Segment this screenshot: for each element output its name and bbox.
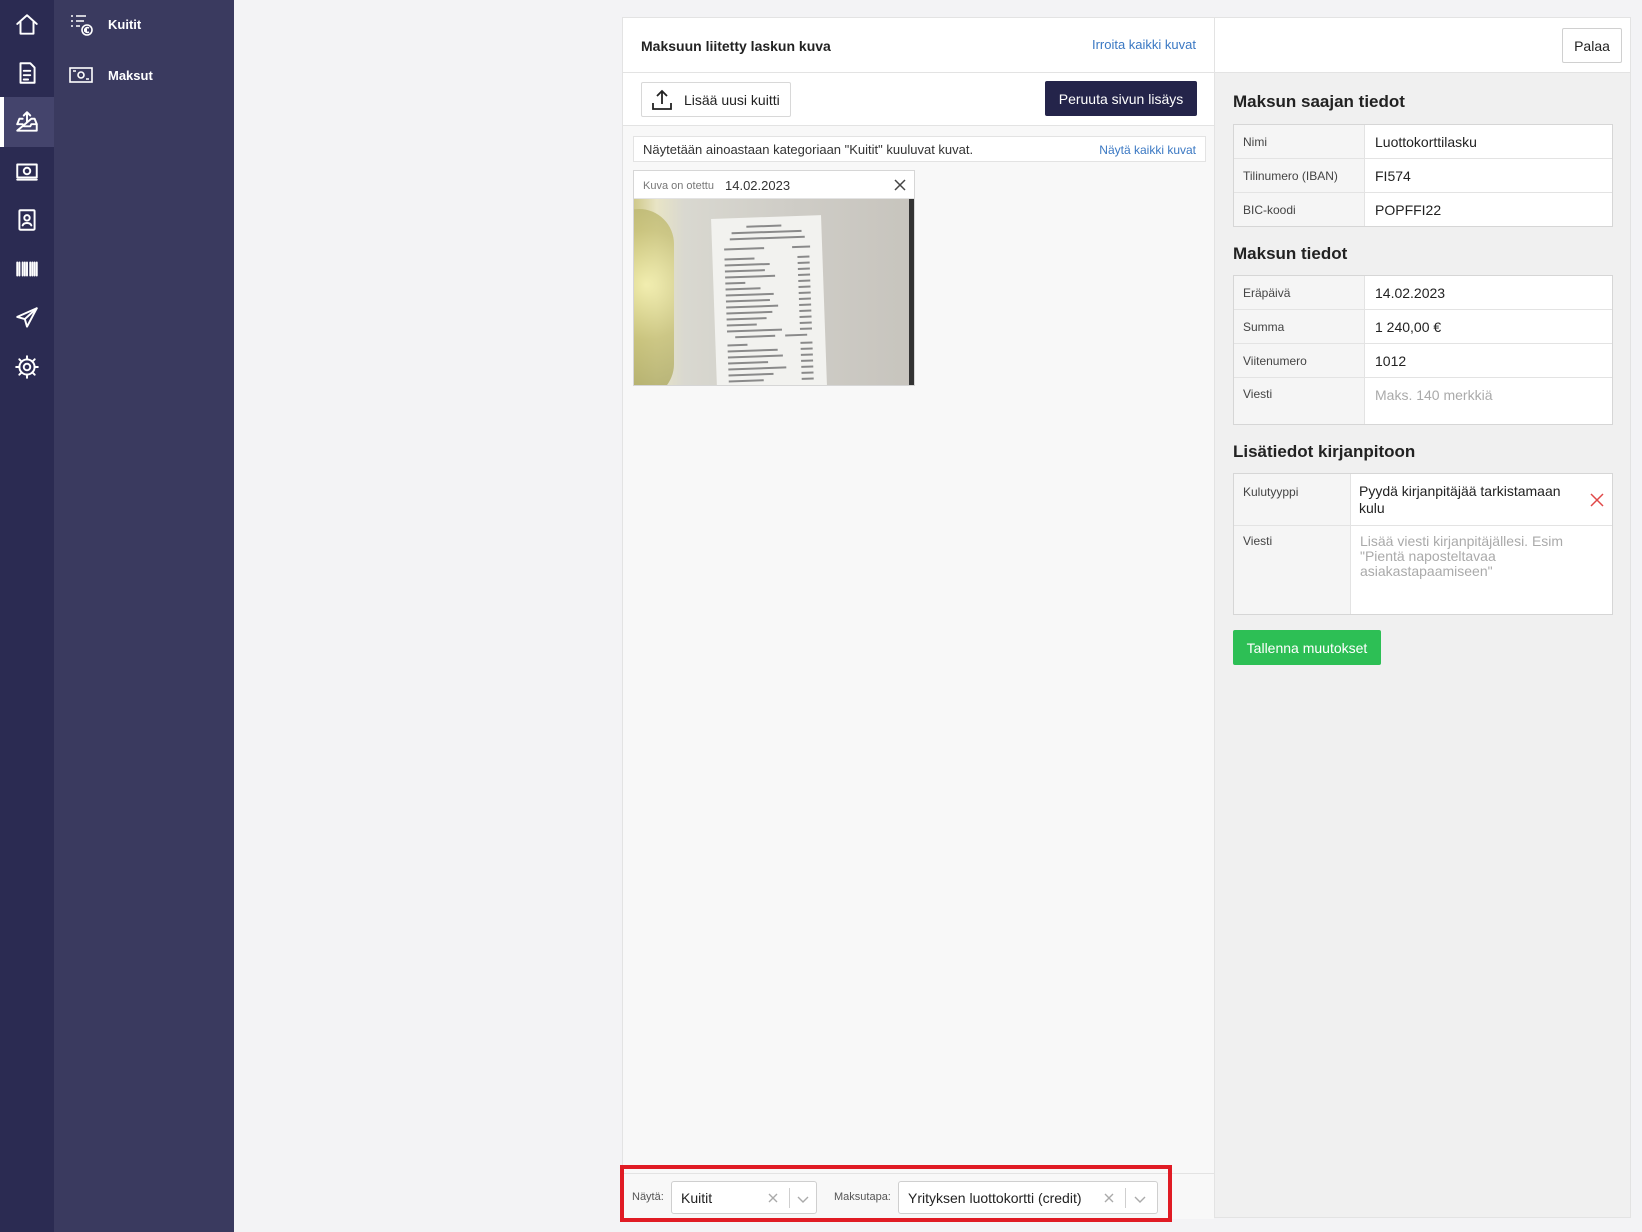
add-receipt-label: Lisää uusi kuitti [684,91,780,108]
table-row: Viitenumero 1012 [1234,344,1612,378]
nav-inbox[interactable] [0,97,54,147]
image-taken-date: 14.02.2023 [725,178,791,193]
reference-number-value[interactable]: 1012 [1365,344,1612,377]
expense-type-value: Pyydä kirjanpitäjää tarkistamaan kulu [1359,483,1561,516]
receipt-image-card[interactable]: Kuva on otettu 14.02.2023 [633,170,915,386]
accounting-section-title: Lisätiedot kirjanpitoon [1233,442,1416,461]
attachment-toolbar: Lisää uusi kuitti Peruuta sivun lisäys [623,73,1214,126]
gear-icon [15,355,39,379]
field-label: Kulutyyppi [1234,474,1351,525]
nav-send[interactable] [0,293,54,343]
send-icon [16,307,38,328]
detach-all-link[interactable]: Irroita kaikki kuvat [1092,37,1196,52]
contacts-icon [18,209,36,231]
photo-dark-edge [909,199,914,385]
close-icon[interactable] [893,178,907,192]
nav-invoices[interactable] [0,48,54,98]
back-button[interactable]: Palaa [1562,28,1622,63]
table-row: Viesti Maks. 140 merkkiä [1234,378,1612,424]
upload-icon [652,89,672,110]
subnav-label: Kuitit [108,16,142,32]
cash-transfer-icon [69,67,93,83]
table-row: Viesti Lisää viesti kirjanpitäjällesi. E… [1234,526,1612,614]
payment-table: Eräpäivä 14.02.2023 Summa 1 240,00 € Vii… [1233,275,1613,425]
image-card-header: Kuva on otettu 14.02.2023 [634,171,914,199]
field-label: Nimi [1234,125,1365,158]
nav-payments[interactable] [0,146,54,196]
field-label: Viesti [1234,526,1351,614]
icon-sidebar [0,0,54,1232]
panel-title: Maksuun liitetty laskun kuva [641,38,831,54]
due-date-value[interactable]: 14.02.2023 [1365,276,1612,309]
accounting-table: Kulutyyppi Pyydä kirjanpitäjää tarkistam… [1233,473,1613,615]
receipt-photo[interactable] [634,199,914,385]
invoice-icon [19,62,36,84]
image-taken-label: Kuva on otettu [643,180,714,192]
add-receipt-button[interactable]: Lisää uusi kuitti [641,82,791,117]
nav-barcode[interactable] [0,244,54,294]
payment-section-title: Maksun tiedot [1233,244,1348,263]
expense-type-select[interactable]: Pyydä kirjanpitäjää tarkistamaan kulu [1351,474,1612,525]
photo-background-bottle [634,209,674,385]
recipient-name-value[interactable]: Luottokorttilasku [1365,125,1612,158]
subnav-item-kuitit[interactable]: Kuitit [54,4,234,44]
barcode-icon [16,261,38,277]
subnav-item-maksut[interactable]: Maksut [54,55,234,95]
filter-notice-text: Näytetään ainoastaan kategoriaan "Kuitit… [643,142,974,157]
filter-notice: Näytetään ainoastaan kategoriaan "Kuitit… [633,136,1206,162]
field-label: BIC-koodi [1234,193,1365,226]
field-label: Tilinumero (IBAN) [1234,159,1365,192]
field-label: Summa [1234,310,1365,343]
table-row: Kulutyyppi Pyydä kirjanpitäjää tarkistam… [1234,474,1612,526]
sub-sidebar: Kuitit Maksut [54,0,234,1232]
recipient-section-title: Maksun saajan tiedot [1233,92,1405,111]
bic-value[interactable]: POPFFI22 [1365,193,1612,226]
show-all-images-link[interactable]: Näytä kaikki kuvat [1099,143,1196,157]
home-icon [16,14,38,35]
field-label: Viitenumero [1234,344,1365,377]
photo-receipt-paper [711,215,827,385]
save-changes-button[interactable]: Tallenna muutokset [1233,630,1381,665]
table-row: BIC-koodi POPFFI22 [1234,193,1612,226]
money-icon [16,163,38,181]
nav-settings[interactable] [0,342,54,392]
payment-message-input[interactable]: Maks. 140 merkkiä [1365,378,1612,424]
table-row: Nimi Luottokorttilasku [1234,125,1612,159]
field-label: Viesti [1234,378,1365,424]
recipient-table: Nimi Luottokorttilasku Tilinumero (IBAN)… [1233,124,1613,227]
nav-contacts[interactable] [0,195,54,245]
attachment-panel: Maksuun liitetty laskun kuva Irroita kai… [622,17,1215,1219]
inbox-upload-icon [16,111,38,132]
highlight-box [620,1165,1172,1222]
receipt-euro-icon [71,15,93,36]
attachment-panel-header: Maksuun liitetty laskun kuva Irroita kai… [623,18,1214,73]
accountant-message-textarea[interactable]: Lisää viesti kirjanpitäjällesi. Esim "Pi… [1351,526,1612,614]
cancel-page-add-button[interactable]: Peruuta sivun lisäys [1045,81,1197,116]
subnav-label: Maksut [108,67,153,83]
payment-details-panel: Palaa Maksun saajan tiedot Nimi Luottoko… [1215,17,1631,1218]
table-row: Eräpäivä 14.02.2023 [1234,276,1612,310]
table-row: Tilinumero (IBAN) FI574 [1234,159,1612,193]
remove-icon[interactable] [1590,493,1604,507]
nav-home[interactable] [0,0,54,50]
amount-value[interactable]: 1 240,00 € [1365,310,1612,343]
field-label: Eräpäivä [1234,276,1365,309]
table-row: Summa 1 240,00 € [1234,310,1612,344]
iban-value[interactable]: FI574 [1365,159,1612,192]
payment-panel-header: Palaa [1215,18,1630,73]
